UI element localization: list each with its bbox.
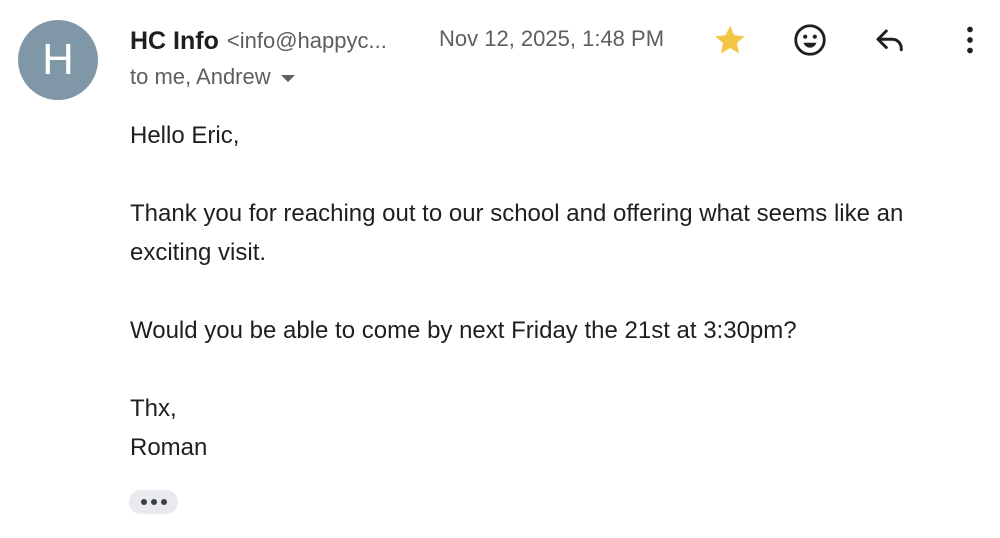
recipients-dropdown[interactable]: to me, Andrew	[130, 64, 295, 90]
email-message: H HC Info <info@happyc... Nov 12, 2025, …	[0, 0, 1000, 538]
chevron-down-icon[interactable]	[280, 74, 295, 82]
body-greeting: Hello Eric,	[130, 122, 240, 149]
reply-icon-glyph	[876, 29, 903, 52]
sender-email[interactable]: <info@happyc...	[227, 28, 387, 54]
body-paragraph-1: Thank you for reaching out to our school…	[130, 200, 904, 266]
ellipsis-dot	[140, 499, 147, 505]
email-date[interactable]: Nov 12, 2025, 1:48 PM	[439, 26, 664, 52]
recipients-label: to me, Andrew	[130, 64, 271, 89]
emoji-icon-glyph	[794, 24, 826, 56]
star-icon-glyph	[715, 25, 745, 54]
emoji-icon[interactable]	[788, 18, 832, 62]
show-trimmed-content-button[interactable]	[129, 490, 178, 514]
reply-icon[interactable]	[868, 18, 912, 62]
avatar-letter: H	[42, 35, 74, 84]
more-vert-icon[interactable]	[948, 18, 992, 62]
avatar[interactable]: H	[18, 20, 98, 100]
sender-header: HC Info <info@happyc...	[130, 24, 387, 58]
ellipsis-dot	[160, 499, 167, 505]
body-paragraph-2: Would you be able to come by next Friday…	[130, 317, 797, 344]
more-vert-icon-glyph	[967, 26, 973, 54]
sender-name[interactable]: HC Info	[130, 27, 219, 56]
ellipsis-dot	[150, 499, 157, 505]
email-body: Hello Eric, Thank you for reaching out t…	[130, 116, 980, 467]
star-icon[interactable]	[708, 18, 752, 62]
body-signature: Roman	[130, 434, 208, 461]
body-signoff: Thx,	[130, 395, 177, 422]
